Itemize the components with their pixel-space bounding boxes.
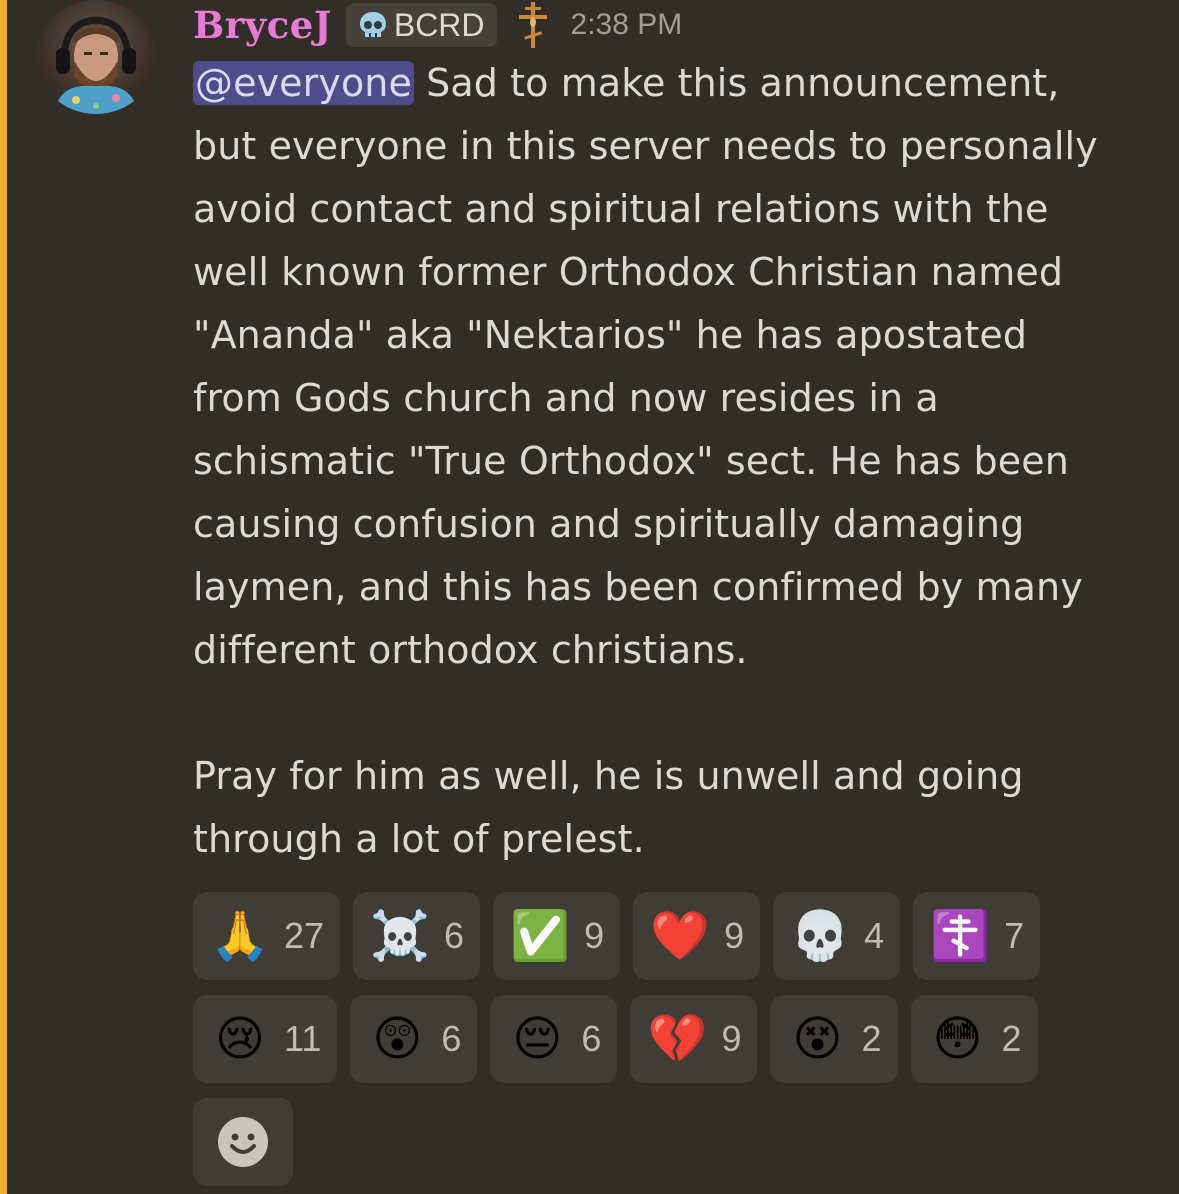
server-tag[interactable]: BCRD <box>345 3 497 47</box>
reaction-count: 9 <box>721 1018 742 1059</box>
reaction-skull[interactable]: 💀 4 <box>773 892 901 980</box>
reaction-count: 27 <box>284 915 325 956</box>
server-tag-label: BCRD <box>393 6 485 43</box>
reaction-row <box>193 1098 1153 1186</box>
add-reaction-smile-icon <box>218 1117 268 1167</box>
reaction-count: 11 <box>284 1018 322 1059</box>
folded-hands-icon: 🙏 <box>210 908 270 964</box>
reaction-row: 🙏 27 ☠️ 6 ✅ 9 ❤️ 9 💀 4 ☦️ 7 <box>193 892 1153 980</box>
orthodox-cross-icon: ☦️ <box>930 908 991 964</box>
reaction-skull-crossbones[interactable]: ☠️ 6 <box>353 892 481 980</box>
message-line: causing confusion and spiritually damagi… <box>193 502 1025 546</box>
message-line: Pray for him as well, he is unwell and g… <box>193 754 1024 798</box>
reaction-count: 6 <box>581 1018 602 1059</box>
message-line: from Gods church and now resides in a <box>193 376 939 420</box>
mention-everyone[interactable]: @everyone <box>193 61 414 105</box>
message-header: BryceJ BCRD 2:38 PM <box>193 0 682 50</box>
broken-heart-icon: 💔 <box>647 1011 708 1067</box>
check-mark-icon: ✅ <box>510 908 570 964</box>
message-line: laymen, and this has been confirmed by m… <box>193 565 1083 609</box>
message-content: @everyone Sad to make this announcement,… <box>193 52 1168 871</box>
message-line: but everyone in this server needs to per… <box>193 124 1098 168</box>
flushed-face-icon: 😳 <box>932 1011 983 1067</box>
reaction-flushed-face[interactable]: 😳 2 <box>910 995 1038 1083</box>
message-line: well known former Orthodox Christian nam… <box>193 250 1064 294</box>
reaction-count: 6 <box>444 915 465 956</box>
mention-highlight-bar <box>0 0 7 1194</box>
reaction-count: 2 <box>861 1018 882 1059</box>
reaction-count: 6 <box>441 1018 462 1059</box>
dizzy-face-icon: 😵 <box>792 1011 843 1067</box>
reaction-count: 2 <box>1001 1018 1022 1059</box>
reaction-broken-heart[interactable]: 💔 9 <box>630 995 758 1083</box>
pensive-face-icon: 😔 <box>512 1011 563 1067</box>
reaction-astonished-face[interactable]: 😲 6 <box>350 995 478 1083</box>
skull-icon <box>359 12 386 37</box>
reaction-count: 9 <box>724 915 745 956</box>
reaction-orthodox-cross[interactable]: ☦️ 7 <box>913 892 1041 980</box>
message-line: through a lot of prelest. <box>193 817 645 861</box>
reaction-folded-hands[interactable]: 🙏 27 <box>193 892 341 980</box>
reaction-pensive-face[interactable]: 😔 6 <box>490 995 618 1083</box>
avatar[interactable] <box>36 0 156 114</box>
message-line: schismatic "True Orthodox" sect. He has … <box>193 439 1069 483</box>
astonished-face-icon: 😲 <box>372 1011 423 1067</box>
crying-face-icon: 😢 <box>214 1011 266 1067</box>
message-text: Sad to make this announcement, <box>426 61 1060 105</box>
skull-icon: 💀 <box>790 908 851 964</box>
skull-crossbones-icon: ☠️ <box>370 908 430 964</box>
avatar-image <box>54 16 138 114</box>
message-line: avoid contact and spiritual relations wi… <box>193 187 1049 231</box>
message-line: @everyone Sad to make this announcement, <box>193 52 1168 115</box>
timestamp[interactable]: 2:38 PM <box>571 8 683 42</box>
orthodox-cross-icon[interactable] <box>515 0 551 50</box>
reaction-red-heart[interactable]: ❤️ 9 <box>633 892 761 980</box>
red-heart-icon: ❤️ <box>650 908 710 964</box>
reaction-count: 9 <box>584 915 605 956</box>
reaction-count: 4 <box>864 915 885 956</box>
add-reaction-button[interactable] <box>193 1098 293 1186</box>
reactions-bar: 🙏 27 ☠️ 6 ✅ 9 ❤️ 9 💀 4 ☦️ 7 😢 11 😲 6 😔 6… <box>193 892 1153 1194</box>
username[interactable]: BryceJ <box>193 3 332 47</box>
message-line: "Ananda" aka "Nektarios" he has apostate… <box>193 313 1028 357</box>
message-line: different orthodox christians. <box>193 628 748 672</box>
reaction-row: 😢 11 😲 6 😔 6 💔 9 😵 2 😳 2 <box>193 995 1153 1083</box>
reaction-dizzy-face[interactable]: 😵 2 <box>770 995 898 1083</box>
reaction-count: 7 <box>1004 915 1025 956</box>
reaction-crying-face[interactable]: 😢 11 <box>193 995 338 1083</box>
reaction-check-mark[interactable]: ✅ 9 <box>493 892 621 980</box>
